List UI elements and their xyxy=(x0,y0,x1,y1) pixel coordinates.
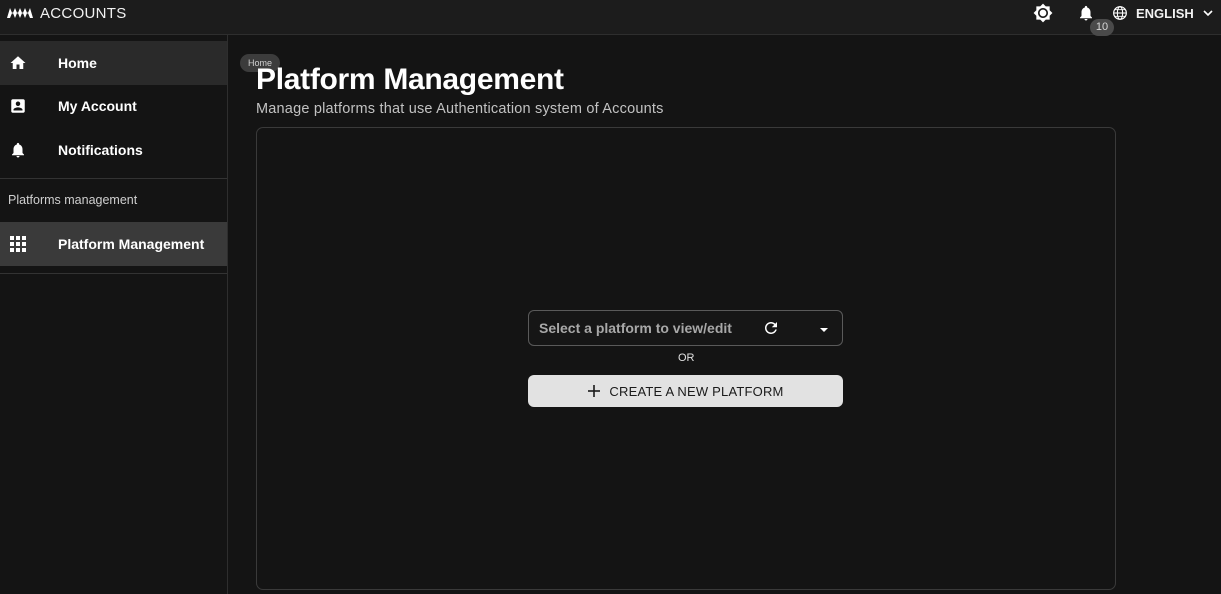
platform-select-placeholder: Select a platform to view/edit xyxy=(539,320,732,336)
sidebar-divider xyxy=(0,178,227,179)
sidebar-divider xyxy=(0,273,227,274)
chevron-down-icon xyxy=(1203,10,1213,17)
create-platform-button[interactable]: CREATE A NEW PLATFORM xyxy=(528,375,843,407)
sidebar: Home My Account Notifications Platforms … xyxy=(0,35,228,594)
bell-icon xyxy=(1080,5,1092,21)
caret-down-icon[interactable] xyxy=(818,323,830,335)
sidebar-item-label: Platform Management xyxy=(58,236,205,252)
sidebar-item-label: Home xyxy=(58,55,97,71)
plus-icon xyxy=(588,385,601,397)
platform-select[interactable]: Select a platform to view/edit xyxy=(528,310,843,346)
top-app-bar: ACCOUNTS 10 ENGLISH xyxy=(0,0,1221,36)
sidebar-item-label: My Account xyxy=(58,98,137,114)
or-separator: OR xyxy=(678,352,695,364)
create-platform-label: CREATE A NEW PLATFORM xyxy=(609,383,784,399)
sidebar-item-home[interactable]: Home xyxy=(0,41,227,85)
sidebar-item-notifications[interactable]: Notifications xyxy=(0,128,227,172)
refresh-icon[interactable] xyxy=(762,319,780,337)
app-title: ACCOUNTS xyxy=(40,5,127,22)
sidebar-item-label: Notifications xyxy=(58,142,143,158)
theme-toggle-button[interactable] xyxy=(1032,2,1054,24)
page-subtitle: Manage platforms that use Authentication… xyxy=(256,101,664,117)
bell-icon xyxy=(9,141,27,159)
brightness-icon xyxy=(1033,3,1053,23)
logo-icon[interactable] xyxy=(7,8,33,18)
language-selector[interactable]: ENGLISH xyxy=(1112,3,1214,23)
globe-icon xyxy=(1113,6,1127,20)
page-title: Platform Management xyxy=(256,63,564,96)
sidebar-item-my-account[interactable]: My Account xyxy=(0,84,227,128)
sidebar-item-platform-management[interactable]: Platform Management xyxy=(0,222,227,266)
grid-icon xyxy=(9,235,27,253)
notification-count-badge: 10 xyxy=(1090,19,1114,36)
account-box-icon xyxy=(9,97,27,115)
home-icon xyxy=(9,54,27,72)
sidebar-section-label: Platforms management xyxy=(8,193,138,207)
language-label: ENGLISH xyxy=(1136,5,1194,21)
